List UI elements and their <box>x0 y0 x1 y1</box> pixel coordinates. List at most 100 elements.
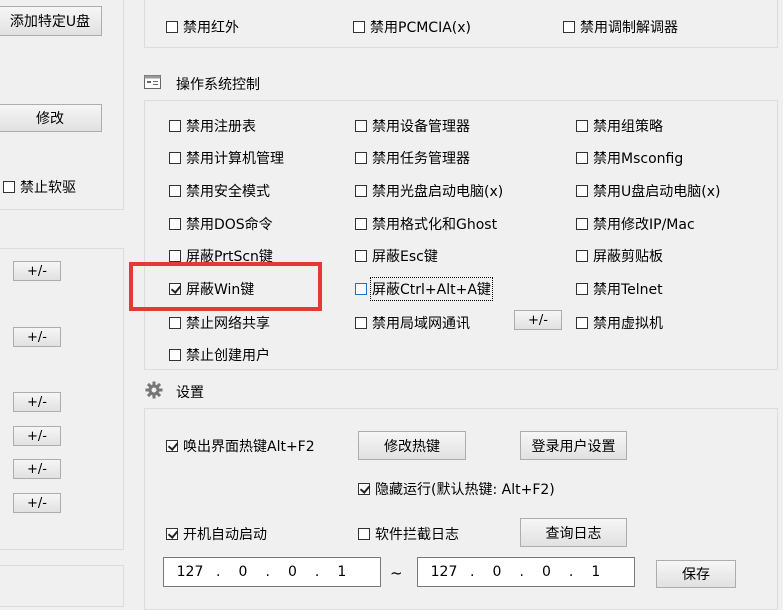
ip-octet: 0 <box>541 564 551 580</box>
checkbox-box[interactable] <box>355 185 367 197</box>
checkbox-box[interactable] <box>169 317 181 329</box>
checkbox-box[interactable] <box>576 283 588 295</box>
checkbox-label: 屏蔽Ctrl+Alt+A键 <box>370 277 493 301</box>
ip-start-field[interactable]: 127 . 0 . 0 . 1 <box>163 557 381 587</box>
checkbox-box[interactable] <box>563 21 575 33</box>
ip-octet: 0 <box>238 564 248 580</box>
os-control-icon <box>144 75 161 89</box>
ip-octet: 1 <box>337 564 347 580</box>
checkbox-box[interactable] <box>169 349 181 361</box>
checkbox-label: 禁用计算机管理 <box>186 151 284 167</box>
plusminus-button-3[interactable]: +/- <box>13 392 61 412</box>
checkbox-label: 屏蔽剪贴板 <box>593 249 663 265</box>
os-control-title: 操作系统控制 <box>176 77 260 93</box>
checkbox-box[interactable] <box>576 218 588 230</box>
add-specific-usb-button[interactable]: 添加特定U盘 <box>0 6 102 36</box>
checkbox-box[interactable] <box>355 317 367 329</box>
checkbox-label: 禁用DOS命令 <box>186 217 273 233</box>
hidden-run-checkbox[interactable]: 隐藏运行(默认热键: Alt+F2) <box>358 479 555 499</box>
ip-octet: 127 <box>176 564 204 580</box>
disable-device-manager-checkbox[interactable]: 禁用设备管理器 <box>355 116 470 136</box>
disable-usb-boot-checkbox[interactable]: 禁用U盘启动电脑(x) <box>576 181 720 201</box>
checkbox-label: 屏蔽Esc键 <box>372 249 438 265</box>
plusminus-button-1[interactable]: +/- <box>13 261 61 281</box>
checkbox-box[interactable] <box>169 250 181 262</box>
checkbox-label: 禁用任务管理器 <box>372 151 470 167</box>
lan-plusminus-button[interactable]: +/- <box>514 310 562 330</box>
gear-icon <box>145 381 163 399</box>
block-esc-key-checkbox[interactable]: 屏蔽Esc键 <box>355 246 438 266</box>
disable-safe-mode-checkbox[interactable]: 禁用安全模式 <box>169 181 270 201</box>
intercept-log-checkbox[interactable]: 软件拦截日志 <box>358 524 459 544</box>
disable-pcmcia-checkbox[interactable]: 禁用PCMCIA(x) <box>353 17 471 37</box>
plusminus-button-2[interactable]: +/- <box>13 327 61 347</box>
hotkey-alt-f2-checkbox[interactable]: 唤出界面热键Alt+F2 <box>166 436 315 456</box>
modify-button[interactable]: 修改 <box>0 104 102 132</box>
disable-virtual-machine-checkbox[interactable]: 禁用虚拟机 <box>576 313 663 333</box>
checkbox-box[interactable] <box>358 528 370 540</box>
disable-modem-checkbox[interactable]: 禁用调制解调器 <box>563 17 678 37</box>
checkbox-label: 禁用红外 <box>183 20 239 36</box>
checkbox-box[interactable] <box>166 528 178 540</box>
checkbox-label: 禁用修改IP/Mac <box>593 217 695 233</box>
ip-octet: 0 <box>287 564 297 580</box>
plusminus-button-6[interactable]: +/- <box>13 493 61 513</box>
disable-modify-ip-mac-checkbox[interactable]: 禁用修改IP/Mac <box>576 214 695 234</box>
checkbox-box[interactable] <box>169 185 181 197</box>
forbid-softdrive-checkbox[interactable]: 禁止软驱 <box>3 177 76 197</box>
checkbox-label: 禁用光盘启动电脑(x) <box>372 184 504 200</box>
checkbox-box[interactable] <box>169 218 181 230</box>
checkbox-label: 开机自动启动 <box>183 527 267 543</box>
checkbox-label: 禁用注册表 <box>186 119 256 135</box>
disable-cd-boot-checkbox[interactable]: 禁用光盘启动电脑(x) <box>355 181 503 201</box>
disable-lan-communication-checkbox[interactable]: 禁用局域网通讯 <box>355 313 470 333</box>
autostart-checkbox[interactable]: 开机自动启动 <box>166 524 267 544</box>
save-button[interactable]: 保存 <box>656 560 736 588</box>
disable-dos-command-checkbox[interactable]: 禁用DOS命令 <box>169 214 273 234</box>
disable-task-manager-checkbox[interactable]: 禁用任务管理器 <box>355 148 470 168</box>
plusminus-button-5[interactable]: +/- <box>13 459 61 479</box>
checkbox-box[interactable] <box>169 120 181 132</box>
forbid-create-user-checkbox[interactable]: 禁止创建用户 <box>169 345 270 365</box>
settings-title: 设置 <box>176 385 204 401</box>
checkbox-label: 禁用设备管理器 <box>372 119 470 135</box>
login-user-settings-button[interactable]: 登录用户设置 <box>520 431 627 460</box>
checkbox-box[interactable] <box>169 152 181 164</box>
checkbox-box[interactable] <box>358 483 370 495</box>
checkbox-box[interactable] <box>353 21 365 33</box>
ip-end-field[interactable]: 127 . 0 . 0 . 1 <box>417 557 635 587</box>
checkbox-box[interactable] <box>576 185 588 197</box>
block-ctrl-alt-a-checkbox[interactable]: 屏蔽Ctrl+Alt+A键 <box>355 277 493 301</box>
ip-octet: 0 <box>492 564 502 580</box>
checkbox-box[interactable] <box>355 218 367 230</box>
modify-hotkey-button[interactable]: 修改热键 <box>358 431 466 460</box>
checkbox-box[interactable] <box>576 152 588 164</box>
checkbox-box[interactable] <box>576 317 588 329</box>
checkbox-box[interactable] <box>166 21 178 33</box>
checkbox-label: 禁用调制解调器 <box>580 20 678 36</box>
checkbox-box[interactable] <box>576 250 588 262</box>
plusminus-button-4[interactable]: +/- <box>13 426 61 446</box>
query-log-button[interactable]: 查询日志 <box>520 518 627 547</box>
disable-group-policy-checkbox[interactable]: 禁用组策略 <box>576 116 663 136</box>
disable-format-ghost-checkbox[interactable]: 禁用格式化和Ghost <box>355 214 497 234</box>
checkbox-label: 禁用Telnet <box>593 282 663 298</box>
checkbox-box[interactable] <box>3 181 15 193</box>
checkbox-label: 禁用安全模式 <box>186 184 270 200</box>
disable-computer-management-checkbox[interactable]: 禁用计算机管理 <box>169 148 284 168</box>
checkbox-box[interactable] <box>355 120 367 132</box>
disable-registry-checkbox[interactable]: 禁用注册表 <box>169 116 256 136</box>
checkbox-box[interactable] <box>355 152 367 164</box>
disable-msconfig-checkbox[interactable]: 禁用Msconfig <box>576 148 683 168</box>
checkbox-label: 禁用格式化和Ghost <box>372 217 498 233</box>
disable-infrared-checkbox[interactable]: 禁用红外 <box>166 17 239 37</box>
disable-telnet-checkbox[interactable]: 禁用Telnet <box>576 279 663 299</box>
ip-octet: 127 <box>430 564 458 580</box>
checkbox-box[interactable] <box>355 283 367 295</box>
forbid-network-share-checkbox[interactable]: 禁止网络共享 <box>169 313 270 333</box>
checkbox-box[interactable] <box>355 250 367 262</box>
block-clipboard-checkbox[interactable]: 屏蔽剪贴板 <box>576 246 663 266</box>
checkbox-label: 禁用局域网通讯 <box>372 316 470 332</box>
checkbox-box[interactable] <box>166 440 178 452</box>
checkbox-box[interactable] <box>576 120 588 132</box>
